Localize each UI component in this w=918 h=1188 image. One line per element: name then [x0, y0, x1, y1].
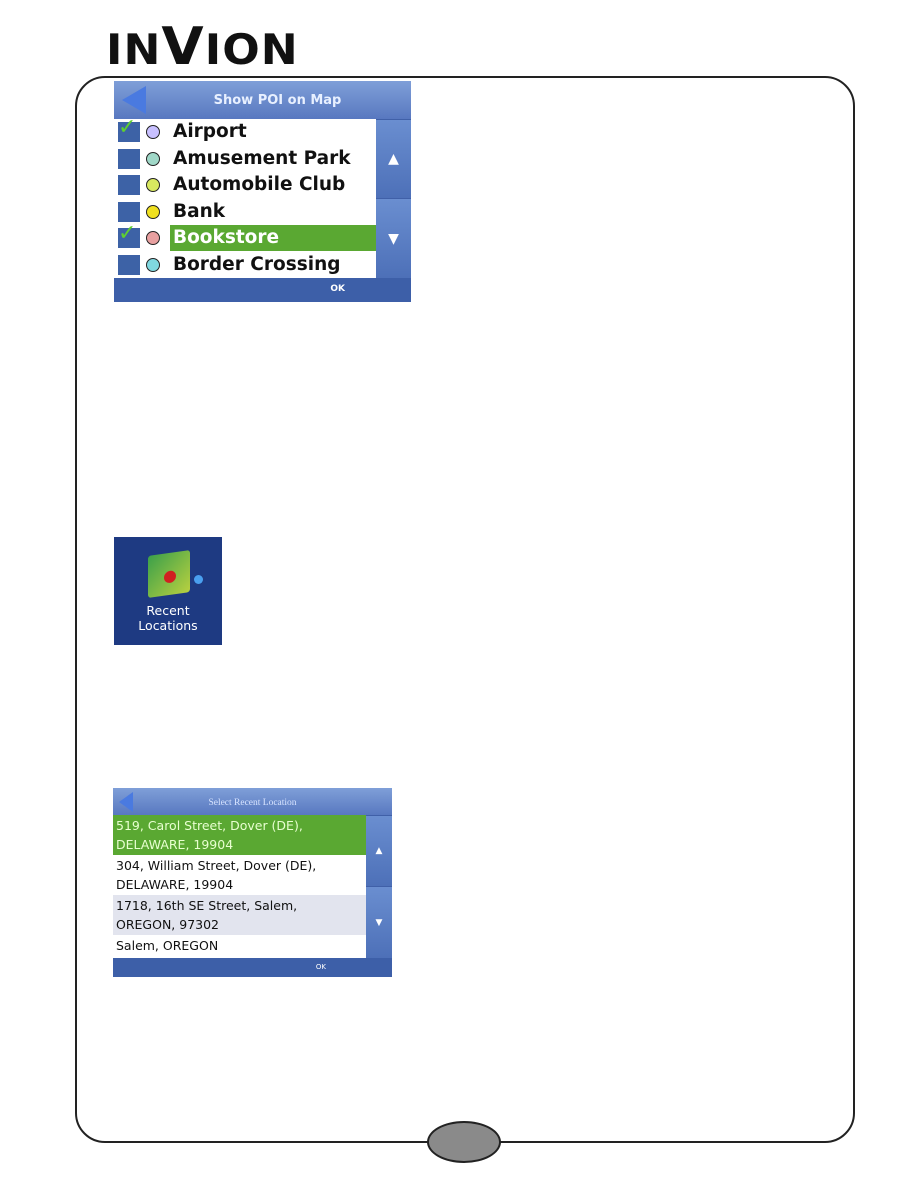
amusement-park-icon — [146, 151, 160, 166]
address-line1: 519, Carol Street, Dover (DE), — [116, 818, 303, 833]
dot-icon — [194, 575, 203, 584]
poi-label: Bookstore — [170, 225, 376, 252]
address-line1: Salem, OREGON — [116, 938, 219, 953]
address-line1: 1718, 16th SE Street, Salem, — [116, 898, 298, 913]
address-line2: DELAWARE, 19904 — [116, 837, 234, 852]
recent-location-item[interactable]: 1718, 16th SE Street, Salem, OREGON, 9730… — [113, 895, 366, 935]
checkmark-icon: ✓ — [118, 221, 137, 247]
address-line2: DELAWARE, 19904 — [116, 877, 234, 892]
poi-list-item[interactable]: Amusement Park — [114, 146, 376, 173]
poi-list-item[interactable]: Automobile Club — [114, 172, 376, 199]
checkbox[interactable] — [118, 148, 140, 169]
poi-list: ✓ Airport Amusement Park Automobile Club… — [114, 116, 376, 279]
ok-button[interactable]: OK — [113, 958, 392, 977]
address-line2: OREGON, 97302 — [116, 917, 220, 932]
label-line1: Recent — [146, 603, 190, 618]
poi-label: Amusement Park — [173, 147, 351, 169]
scroll-up-button[interactable]: ▲ — [366, 815, 392, 886]
recent-location-item[interactable]: 304, William Street, Dover (DE), DELAWARE… — [113, 855, 366, 895]
bookstore-icon — [146, 231, 160, 246]
invion-logo: INVION — [106, 17, 299, 77]
screen-title: Select Recent Location — [113, 788, 392, 815]
recent-list: 519, Carol Street, Dover (DE), DELAWARE, … — [113, 815, 366, 958]
airport-icon — [146, 125, 160, 140]
recent-locations-button[interactable]: Recent Locations — [114, 537, 222, 645]
poi-label: Border Crossing — [173, 253, 341, 275]
poi-list-item[interactable]: ✓ Bookstore — [114, 222, 376, 252]
scroll-down-button[interactable]: ▼ — [376, 198, 411, 278]
checkbox[interactable] — [118, 201, 140, 222]
checkbox[interactable] — [118, 175, 140, 196]
back-arrow-icon[interactable] — [119, 792, 133, 812]
label-line2: Locations — [138, 618, 198, 633]
screen-title: Show POI on Map — [114, 81, 411, 119]
scroll-down-button[interactable]: ▼ — [366, 886, 392, 958]
poi-list-item[interactable]: ✓ Airport — [114, 116, 376, 146]
checkbox[interactable]: ✓ — [118, 222, 140, 249]
map-icon — [148, 550, 190, 598]
address-line1: 304, William Street, Dover (DE), — [116, 858, 317, 873]
checkbox[interactable]: ✓ — [118, 116, 140, 143]
recent-location-item[interactable]: 519, Carol Street, Dover (DE), DELAWARE, … — [113, 815, 366, 855]
recent-location-item[interactable]: Salem, OREGON — [113, 935, 366, 956]
select-recent-location-screen: Select Recent Location 519, Carol Street… — [113, 788, 392, 977]
scroll-up-button[interactable]: ▲ — [376, 119, 411, 198]
show-poi-screen: Show POI on Map ✓ Airport Amusement Park… — [114, 81, 411, 302]
poi-label: Automobile Club — [173, 174, 346, 196]
automobile-club-icon — [146, 178, 160, 193]
poi-label: Bank — [173, 200, 226, 222]
checkbox[interactable] — [118, 254, 140, 275]
bank-icon — [146, 204, 160, 219]
border-crossing-icon — [146, 257, 160, 272]
back-arrow-icon[interactable] — [122, 86, 146, 114]
recent-locations-label: Recent Locations — [114, 603, 222, 633]
checkmark-icon: ✓ — [118, 115, 137, 141]
poi-label: Airport — [173, 121, 247, 143]
page-number-badge — [427, 1121, 501, 1163]
ok-button[interactable]: OK — [114, 278, 411, 302]
poi-list-item[interactable]: Bank — [114, 199, 376, 226]
poi-list-item[interactable]: Border Crossing — [114, 252, 376, 279]
